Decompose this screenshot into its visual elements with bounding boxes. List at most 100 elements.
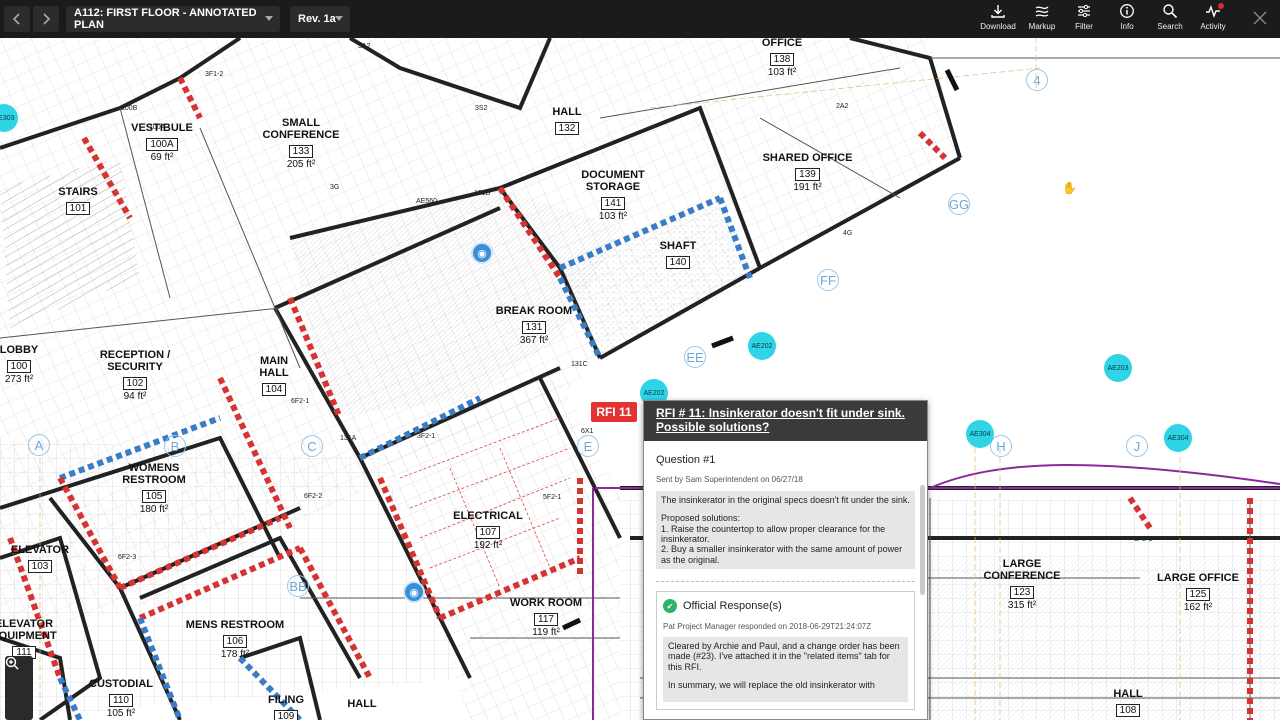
grid-bubble: E (577, 435, 599, 457)
room-label[interactable]: LOBBY 100 273 ft² (0, 344, 40, 385)
room-number: 131 (521, 321, 547, 335)
room-label[interactable]: ELEVATOR EQUIPMENT 111 (0, 618, 58, 660)
room-label[interactable]: RECEPTION / SECURITY 102 94 ft² (96, 349, 174, 402)
room-area: 191 ft² (793, 182, 822, 194)
room-name: WOMENS RESTROOM (122, 462, 186, 487)
question-title: Question #1 (656, 454, 716, 466)
room-area: 273 ft² (4, 374, 34, 386)
room-label[interactable]: MENS RESTROOM 106 178 ft² (180, 619, 290, 660)
grid-bubble: B (164, 435, 186, 457)
download-label: Download (980, 22, 1016, 31)
room-area: 105 ft² (106, 708, 136, 720)
room-number: 100 (6, 360, 32, 374)
hand-cursor-icon: ✋ (1062, 181, 1077, 195)
zoom-out-icon (5, 656, 19, 670)
photo-marker[interactable]: ◉ (471, 242, 493, 264)
rfi-popup-body[interactable]: Question #1 Sent by Sam Superintendent o… (644, 441, 927, 719)
filter-label: Filter (1075, 22, 1093, 31)
speech-bubble-icon: ✔ (663, 599, 677, 614)
room-area: 119 ft² (532, 627, 560, 639)
room-label[interactable]: HALL 108 (1108, 688, 1148, 718)
room-area: 367 ft² (519, 335, 549, 347)
callout-marker[interactable]: AE202 (748, 332, 776, 360)
info-label: Info (1120, 22, 1134, 31)
room-area: 103 ft² (598, 211, 628, 223)
room-label[interactable]: LARGE CONFERENCE 123 315 ft² (977, 558, 1067, 611)
room-label[interactable]: SHARED OFFICE 139 191 ft² (755, 152, 860, 193)
rfi-popup-header: RFI # 11: Insinkerator doesn't fit under… (644, 401, 927, 441)
zoom-out-button[interactable] (5, 656, 33, 716)
wall-tag: 6X1 (581, 428, 594, 435)
question-paragraph: The insinkerator in the original specs d… (661, 495, 910, 505)
wall-tag: 131C (571, 361, 588, 368)
room-label[interactable]: FILING 109 (262, 694, 310, 720)
room-number: 133 (288, 145, 314, 159)
room-area: 205 ft² (286, 159, 316, 171)
room-label[interactable]: ELEVATOR 103 (5, 544, 75, 574)
popup-scrollbar[interactable] (920, 485, 925, 595)
callout-marker[interactable]: AE304 (1164, 424, 1192, 452)
room-label[interactable]: DOCUMENT STORAGE 141 103 ft² (577, 169, 649, 222)
room-label[interactable]: STAIRS 101 (52, 186, 104, 216)
back-button[interactable] (4, 6, 30, 32)
room-area: 178 ft² (220, 649, 250, 661)
markup-icon (1035, 6, 1049, 17)
room-label[interactable]: OFFICE 138 103 ft² (752, 38, 812, 78)
room-label[interactable]: HALL (342, 698, 382, 710)
room-label[interactable]: ELECTRICAL 107 192 ft² (448, 510, 528, 551)
callout-marker[interactable]: AE203 (1104, 354, 1132, 382)
callout-marker[interactable]: AE304 (966, 420, 994, 448)
filter-icon (1078, 4, 1090, 18)
search-button[interactable]: Search (1147, 3, 1193, 35)
notification-dot (1218, 3, 1224, 9)
room-number: 108 (1115, 704, 1141, 718)
room-label[interactable]: MAIN HALL 104 (244, 355, 304, 397)
markup-button[interactable]: Markup (1019, 3, 1065, 35)
room-name: LARGE CONFERENCE (983, 558, 1061, 583)
sheet-title: A112: FIRST FLOOR - ANNOTATED PLAN (74, 7, 257, 31)
room-label[interactable]: BREAK ROOM 131 367 ft² (493, 305, 575, 346)
close-icon[interactable] (1252, 10, 1268, 26)
wall-tag: 1F2-1 (1134, 536, 1153, 543)
room-area: 162 ft² (1183, 602, 1213, 614)
filter-button[interactable]: Filter (1061, 3, 1107, 35)
room-label[interactable]: WORK ROOM 117 119 ft² (505, 597, 587, 638)
room-label[interactable]: WOMENS RESTROOM 105 180 ft² (118, 462, 190, 515)
room-name: FILING (267, 694, 305, 706)
download-button[interactable]: Download (975, 3, 1021, 35)
wall-tag: 3A2 (358, 43, 371, 50)
room-number: 109 (273, 710, 299, 720)
wall-tag: 100B (121, 105, 138, 112)
photo-marker[interactable]: ◉ (403, 581, 425, 603)
room-label[interactable]: SMALL CONFERENCE 133 205 ft² (261, 117, 341, 170)
room-label[interactable]: SHAFT 140 (656, 240, 700, 270)
room-label[interactable]: HALL 132 (547, 106, 587, 136)
room-number: 141 (600, 197, 626, 211)
download-icon (991, 5, 1005, 18)
room-name: ELEVATOR EQUIPMENT (0, 618, 57, 643)
room-name: MENS RESTROOM (185, 619, 285, 631)
room-number: 132 (554, 122, 580, 136)
wall-tag: 6F2-2 (304, 493, 323, 500)
response-header: ✔ Official Response(s) (663, 599, 908, 614)
room-number: 106 (222, 635, 248, 649)
wall-tag: 6F2-3 (118, 554, 137, 561)
room-name: SHAFT (659, 240, 697, 252)
response-title: Official Response(s) (683, 600, 782, 613)
camera-icon: ◉ (477, 247, 487, 260)
activity-button[interactable]: Activity (1190, 3, 1236, 35)
sheet-selector[interactable]: A112: FIRST FLOOR - ANNOTATED PLAN (66, 6, 280, 32)
info-button[interactable]: Info (1104, 3, 1150, 35)
room-label[interactable]: CUSTODIAL 110 105 ft² (86, 678, 156, 719)
forward-button[interactable] (33, 6, 59, 32)
room-label[interactable]: VESTIBULE 100A 69 ft² (127, 122, 197, 163)
rfi-marker[interactable]: RFI 11 (591, 402, 637, 422)
revision-selector[interactable]: Rev. 1a (290, 6, 350, 32)
app-root: A112: FIRST FLOOR - ANNOTATED PLAN Rev. … (0, 0, 1280, 720)
grid-bubble: C (301, 435, 323, 457)
question-paragraph: Proposed solutions: (661, 513, 741, 524)
rfi-title-link[interactable]: RFI # 11: Insinkerator doesn't fit under… (656, 406, 915, 435)
chevron-left-icon (12, 13, 20, 25)
room-label[interactable]: LARGE OFFICE 125 162 ft² (1152, 572, 1244, 613)
floor-plan-canvas[interactable]: 4 GG FF EE H J A B C BB E AE202 AE203 AE… (0, 38, 1280, 720)
